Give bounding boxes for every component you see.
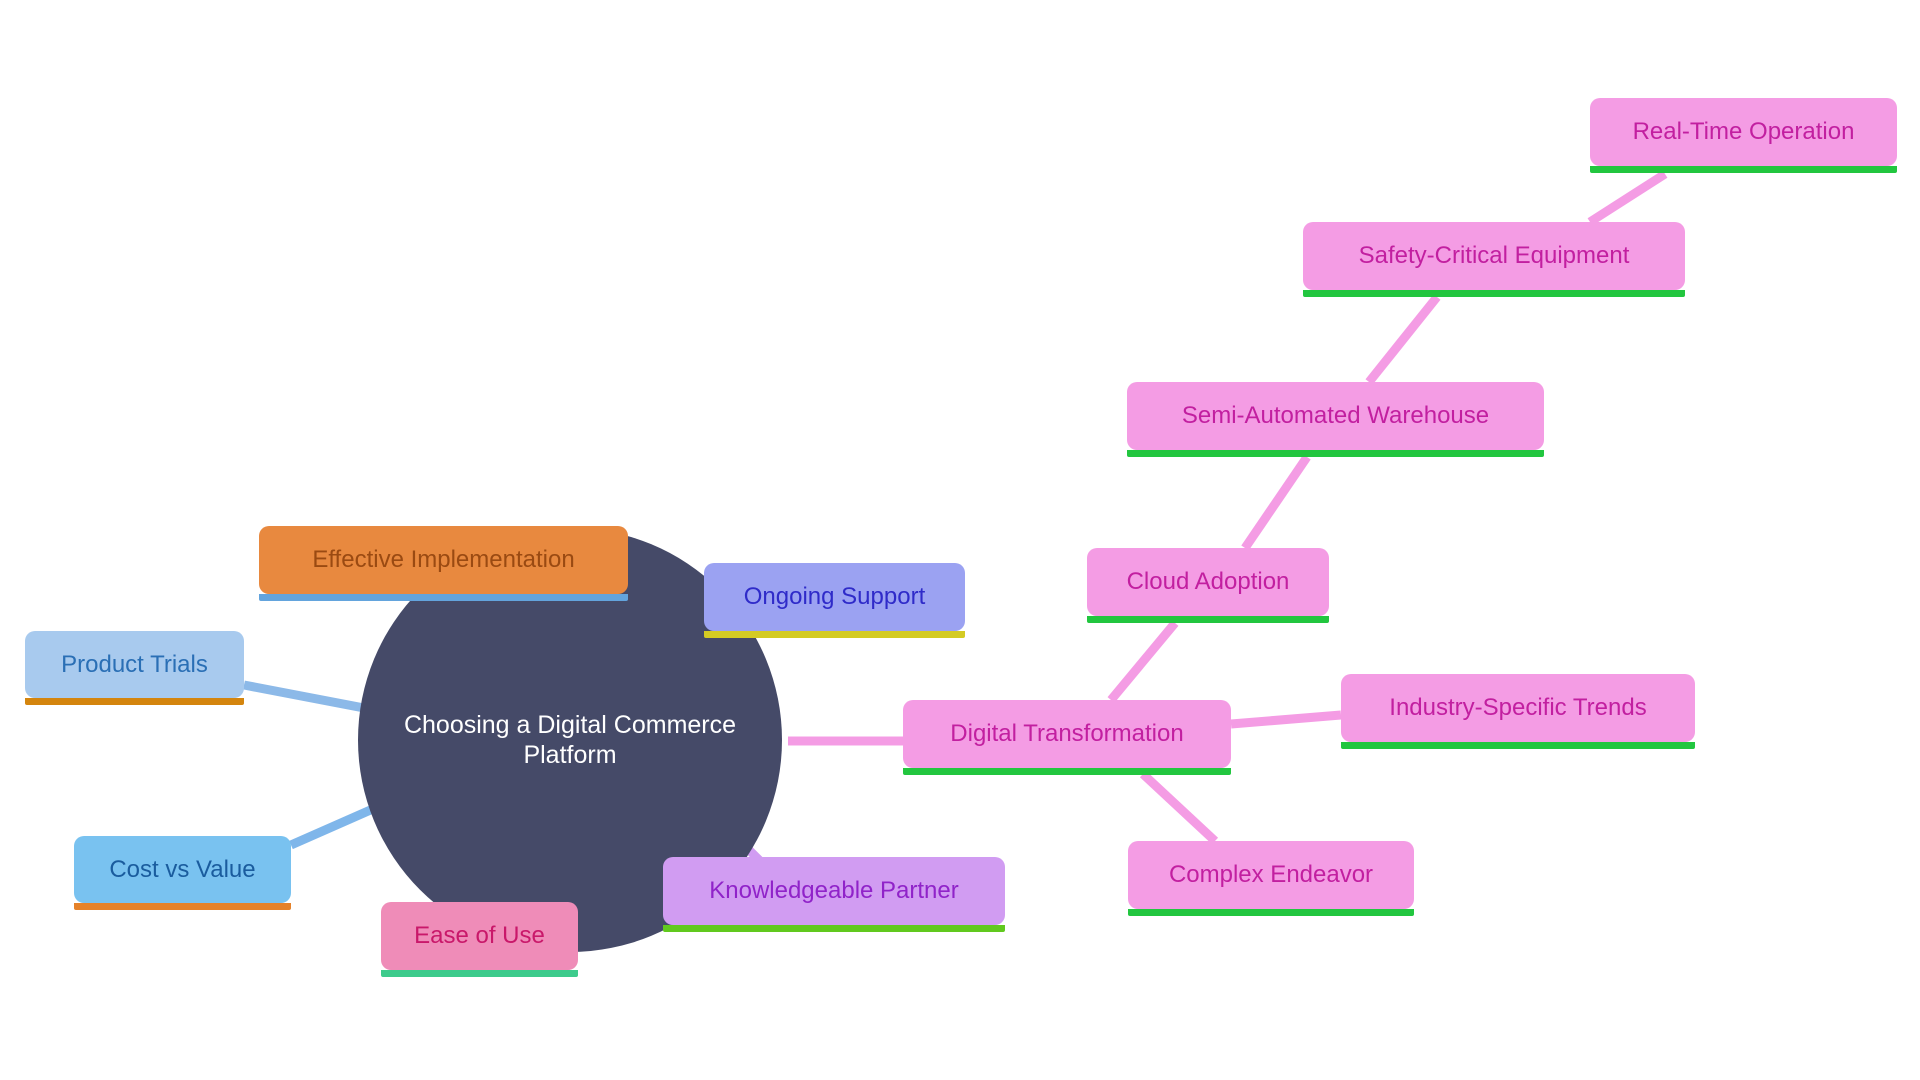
node-label-real-time-operation: Real-Time Operation xyxy=(1632,118,1855,146)
node-label-product-trials: Product Trials xyxy=(61,650,208,678)
node-underline-product-trials xyxy=(25,698,244,705)
node-digital-transformation[interactable]: Digital Transformation xyxy=(903,700,1231,775)
node-label-complex-endeavor: Complex Endeavor xyxy=(1168,861,1374,889)
edge-cloud-semi-automated xyxy=(1241,454,1311,551)
node-label-knowledgeable-partner: Knowledgeable Partner xyxy=(709,877,959,905)
node-underline-safety-critical-equipment xyxy=(1303,290,1685,297)
node-effective-implementation[interactable]: Effective Implementation xyxy=(259,526,628,601)
node-real-time-operation[interactable]: Real-Time Operation xyxy=(1590,98,1897,173)
node-label-effective-implementation: Effective Implementation xyxy=(312,546,575,574)
node-label-safety-critical-equipment: Safety-Critical Equipment xyxy=(1358,242,1630,270)
node-underline-cost-vs-value xyxy=(74,903,291,910)
node-ease-of-use[interactable]: Ease of Use xyxy=(381,902,578,977)
node-label-cloud-adoption: Cloud Adoption xyxy=(1126,568,1290,596)
mindmap-canvas: Choosing a Digital Commerce Platform Effe… xyxy=(0,0,1920,1080)
node-underline-effective-implementation xyxy=(259,594,628,601)
node-product-trials[interactable]: Product Trials xyxy=(25,631,244,705)
edge-dt-complex-endeavor xyxy=(1139,770,1219,845)
node-underline-industry-specific-trends xyxy=(1341,742,1695,749)
node-label-ease-of-use: Ease of Use xyxy=(414,922,545,950)
node-underline-knowledgeable-partner xyxy=(663,925,1005,932)
node-underline-ongoing-support xyxy=(704,631,965,638)
edge-dt-cloud-adoption xyxy=(1107,620,1179,703)
node-ongoing-support[interactable]: Ongoing Support xyxy=(704,563,965,638)
edge-safety-real-time xyxy=(1587,170,1668,226)
node-underline-semi-automated-warehouse xyxy=(1127,450,1544,457)
node-cloud-adoption[interactable]: Cloud Adoption xyxy=(1087,548,1329,623)
edge-root-cost-vs-value xyxy=(289,803,377,850)
node-label-digital-transformation: Digital Transformation xyxy=(950,720,1184,748)
node-underline-cloud-adoption xyxy=(1087,616,1329,623)
node-underline-complex-endeavor xyxy=(1128,909,1414,916)
node-label-semi-automated-warehouse: Semi-Automated Warehouse xyxy=(1181,402,1490,430)
node-knowledgeable-partner[interactable]: Knowledgeable Partner xyxy=(663,857,1005,932)
node-industry-specific-trends[interactable]: Industry-Specific Trends xyxy=(1341,674,1695,749)
edge-dt-industry-specific-trends xyxy=(1230,710,1342,729)
edge-semi-safety-critical xyxy=(1365,294,1441,385)
node-label-industry-specific-trends: Industry-Specific Trends xyxy=(1389,694,1647,722)
node-underline-digital-transformation xyxy=(903,768,1231,775)
node-cost-vs-value[interactable]: Cost vs Value xyxy=(74,836,291,910)
root-node-label: Choosing a Digital Commerce Platform xyxy=(403,710,737,770)
node-label-ongoing-support: Ongoing Support xyxy=(743,583,926,611)
node-underline-ease-of-use xyxy=(381,970,578,977)
node-safety-critical-equipment[interactable]: Safety-Critical Equipment xyxy=(1303,222,1685,297)
node-label-cost-vs-value: Cost vs Value xyxy=(109,855,256,883)
node-complex-endeavor[interactable]: Complex Endeavor xyxy=(1128,841,1414,916)
node-semi-automated-warehouse[interactable]: Semi-Automated Warehouse xyxy=(1127,382,1544,457)
node-underline-real-time-operation xyxy=(1590,166,1897,173)
